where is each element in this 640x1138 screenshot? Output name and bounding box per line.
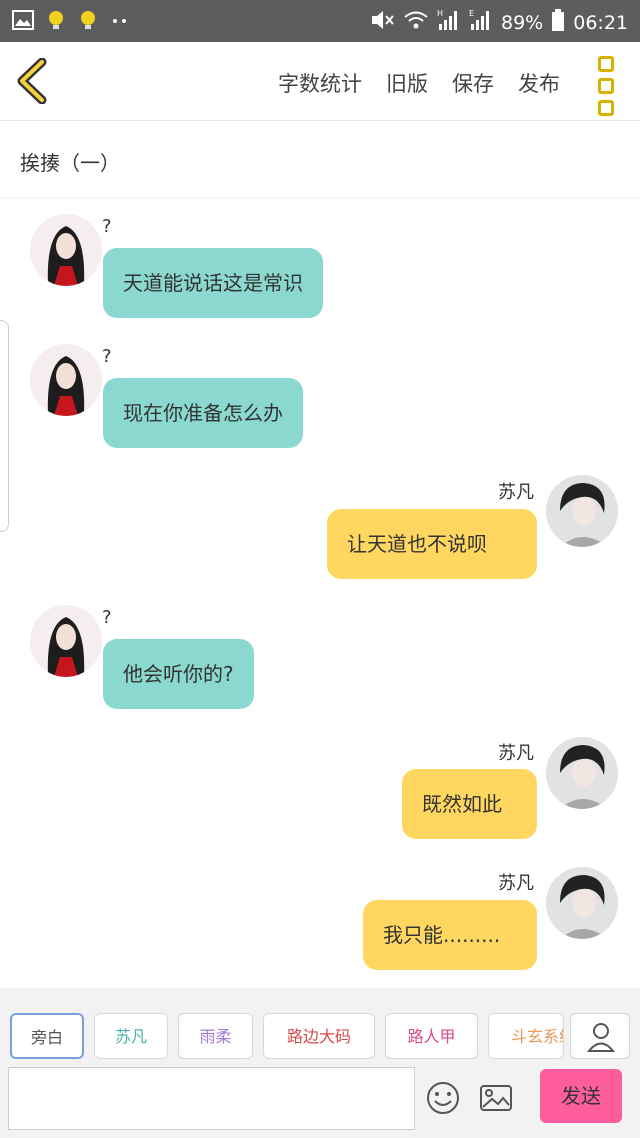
toolbar: 字数统计 旧版 保存 发布 xyxy=(278,68,560,98)
role-chip-system[interactable]: 斗玄系统 xyxy=(488,1013,564,1059)
sender-name: 苏凡 xyxy=(498,482,534,503)
avatar[interactable] xyxy=(30,214,102,286)
editor-topbar: 字数统计 旧版 保存 发布 xyxy=(0,42,640,121)
sender-name: ? xyxy=(102,607,112,628)
add-role-button[interactable] xyxy=(570,1013,630,1059)
sender-name: ? xyxy=(102,346,112,367)
status-left xyxy=(12,9,130,35)
role-chip-narrator[interactable]: 旁白 xyxy=(10,1013,84,1059)
insert-image-button[interactable] xyxy=(478,1080,514,1116)
dots-icon xyxy=(110,9,130,35)
message-input[interactable] xyxy=(8,1067,415,1130)
status-right: H E 89% 06:21 xyxy=(369,8,628,37)
chevron-left-icon xyxy=(17,57,47,105)
publish-button[interactable]: 发布 xyxy=(518,68,560,98)
image-icon xyxy=(12,9,34,35)
avatar[interactable] xyxy=(546,475,618,547)
chapter-title: 挨揍（一） xyxy=(20,151,120,175)
image-icon xyxy=(480,1085,512,1111)
message-bubble[interactable]: 天道能说话这是常识 xyxy=(103,248,323,318)
sender-name: ? xyxy=(102,216,112,237)
mute-icon xyxy=(369,8,395,37)
message-bubble[interactable]: 他会听你的? xyxy=(103,639,254,709)
more-menu-button[interactable] xyxy=(598,56,614,116)
message-bubble[interactable]: 让天道也不说呗 xyxy=(327,509,537,579)
status-bar: H E 89% 06:21 xyxy=(0,0,640,42)
side-drawer-handle[interactable] xyxy=(0,320,9,532)
girl-avatar-icon xyxy=(30,605,102,677)
boy-avatar-icon xyxy=(546,867,618,939)
boy-avatar-icon xyxy=(546,737,618,809)
signal-icon: H xyxy=(437,8,461,37)
battery-icon xyxy=(551,8,565,37)
send-button[interactable]: 发送 xyxy=(540,1069,622,1123)
battery-percent: 89% xyxy=(501,11,544,34)
message-bubble[interactable]: 我只能......... xyxy=(363,900,537,970)
bulb-icon xyxy=(46,9,66,35)
message-bubble[interactable]: 既然如此 xyxy=(402,769,537,839)
role-chip-passerby-a[interactable]: 路人甲 xyxy=(385,1013,478,1059)
back-button[interactable] xyxy=(14,57,54,105)
avatar[interactable] xyxy=(30,344,102,416)
sender-name: 苏凡 xyxy=(498,873,534,894)
word-count-button[interactable]: 字数统计 xyxy=(278,68,362,98)
message-bubble[interactable]: 现在你准备怎么办 xyxy=(103,378,303,448)
signal-label: H xyxy=(437,9,443,18)
signal-icon: E xyxy=(469,8,493,37)
menu-dot-icon xyxy=(598,78,614,94)
boy-avatar-icon xyxy=(546,475,618,547)
menu-dot-icon xyxy=(598,100,614,116)
girl-avatar-icon xyxy=(30,344,102,416)
old-version-button[interactable]: 旧版 xyxy=(386,68,428,98)
sender-name: 苏凡 xyxy=(498,743,534,764)
emoji-button[interactable] xyxy=(425,1080,461,1116)
role-chip-yurou[interactable]: 雨柔 xyxy=(178,1013,253,1059)
role-chip-sufan[interactable]: 苏凡 xyxy=(94,1013,168,1059)
smiley-icon xyxy=(427,1082,459,1114)
save-button[interactable]: 保存 xyxy=(452,68,494,98)
clock: 06:21 xyxy=(573,11,628,34)
bulb-icon xyxy=(78,9,98,35)
role-chip-passerby-big[interactable]: 路边大码 xyxy=(263,1013,375,1059)
chapter-title-bar[interactable]: 挨揍（一） xyxy=(0,121,640,198)
signal-label: E xyxy=(469,9,474,18)
avatar[interactable] xyxy=(546,867,618,939)
girl-avatar-icon xyxy=(30,214,102,286)
user-icon xyxy=(586,1023,616,1052)
avatar[interactable] xyxy=(30,605,102,677)
menu-dot-icon xyxy=(598,56,614,72)
avatar[interactable] xyxy=(546,737,618,809)
wifi-icon xyxy=(403,8,429,37)
